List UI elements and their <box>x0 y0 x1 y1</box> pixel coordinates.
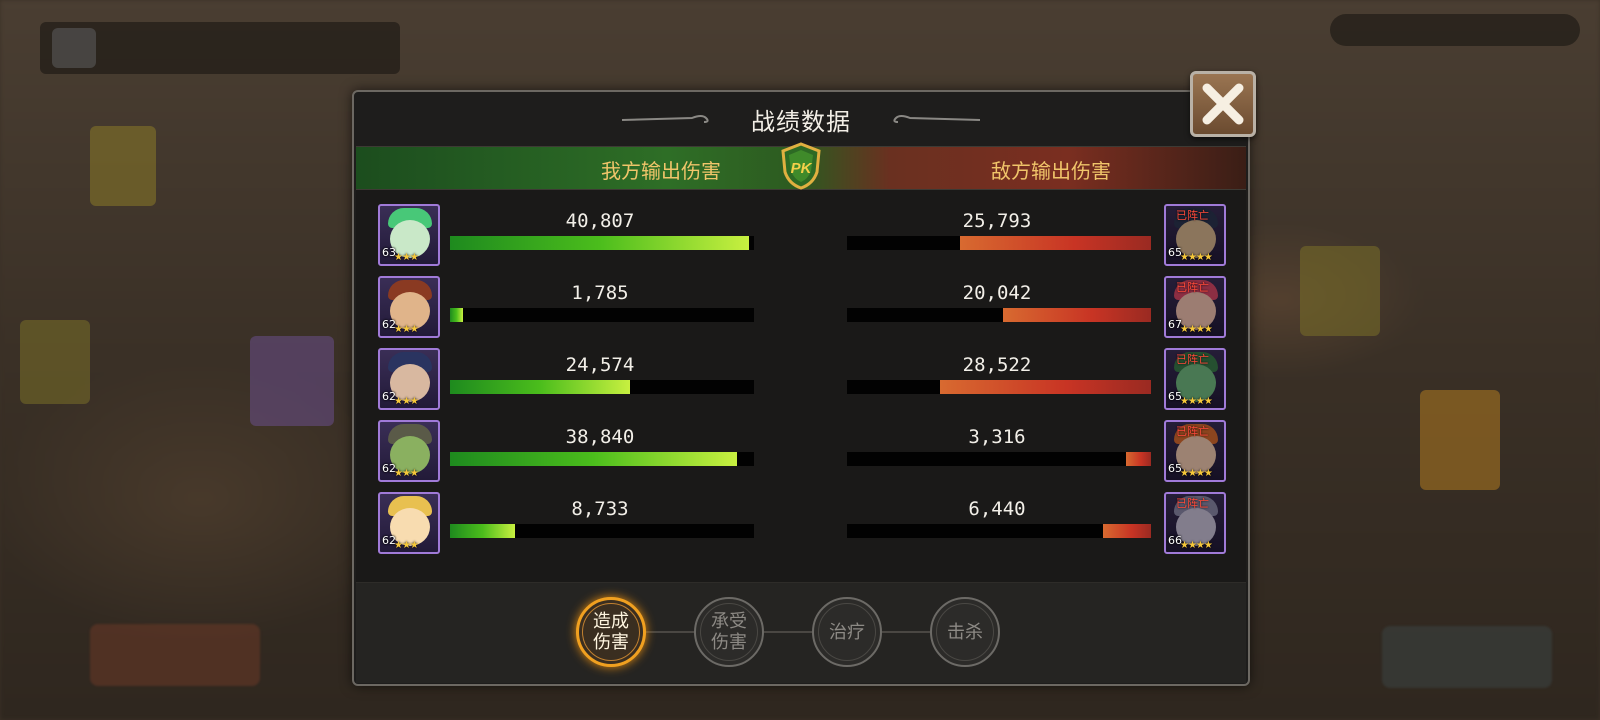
ally-damage-value: 1,785 <box>571 282 629 304</box>
tab-healing[interactable]: 治疗 <box>812 597 882 667</box>
enemy-damage-value: 3,316 <box>968 426 1026 448</box>
enemy-damage-bar <box>847 308 1151 322</box>
tab-label: 承受 伤害 <box>711 611 747 653</box>
ally-damage-bar <box>450 524 754 538</box>
damage-rows: 63 ★★★ 40,807 25,793 已阵亡 65 ★★★★ 62 ★★★ 1,785 20,0… <box>356 190 1246 582</box>
enemy-damage-bar <box>847 524 1151 538</box>
enemy-damage-bar-fill <box>1002 308 1151 322</box>
enemy-damage-bar-fill <box>1125 452 1151 466</box>
tab-kills[interactable]: 击杀 <box>930 597 1000 667</box>
hero-stars: ★★★ <box>394 252 419 263</box>
enemy-damage-value: 28,522 <box>962 354 1032 376</box>
defeated-label: 已阵亡 <box>1176 281 1209 294</box>
stats-tab-bar: 造成 伤害 承受 伤害 治疗 击杀 <box>356 582 1246 683</box>
hero-stars: ★★★★ <box>1180 468 1213 479</box>
enemy-hero-portrait[interactable]: 已阵亡 65 ★★★★ <box>1164 204 1226 266</box>
background-right-button <box>1382 626 1552 688</box>
background-left-button <box>90 624 260 686</box>
enemy-damage-bar-fill <box>960 236 1151 250</box>
enemy-damage-bar <box>847 236 1151 250</box>
defeated-label: 已阵亡 <box>1176 209 1209 222</box>
enemy-damage-bar-fill <box>940 380 1151 394</box>
enemy-damage-header: 敌方输出伤害 <box>991 159 1111 183</box>
tab-damage-dealt[interactable]: 造成 伤害 <box>576 597 646 667</box>
hero-stars: ★★★ <box>394 396 419 407</box>
pk-badge-icon: PK <box>781 142 821 190</box>
hero-stars: ★★★★ <box>1180 396 1213 407</box>
hero-stars: ★★★ <box>394 540 419 551</box>
background-chest <box>90 126 156 206</box>
hero-stars: ★★★ <box>394 324 419 335</box>
hero-stars: ★★★★ <box>1180 540 1213 551</box>
ally-damage-value: 24,574 <box>565 354 635 376</box>
ally-damage-header: 我方输出伤害 <box>601 159 721 183</box>
tab-damage-taken[interactable]: 承受 伤害 <box>694 597 764 667</box>
dialog-title: 战绩数据 <box>751 108 851 136</box>
ally-hero-portrait[interactable]: 62 ★★★ <box>378 420 440 482</box>
enemy-damage-bar <box>847 452 1151 466</box>
background-chest <box>1420 390 1500 490</box>
tab-label: 击杀 <box>947 621 983 643</box>
enemy-damage-bar <box>847 380 1151 394</box>
battle-stats-dialog: 战绩数据 我方输出伤害 敌方输出伤害 PK 63 ★★★ 40,807 25,793 已… <box>352 90 1250 686</box>
damage-row: 62 ★★★ 8,733 6,440 已阵亡 66 ★★★★ <box>356 492 1246 564</box>
damage-row: 62 ★★★ 24,574 28,522 已阵亡 65 ★★★★ <box>356 348 1246 420</box>
tab-ring: 治疗 <box>818 603 876 661</box>
ally-damage-bar <box>450 380 754 394</box>
close-button[interactable] <box>1190 71 1256 137</box>
ally-damage-value: 8,733 <box>571 498 629 520</box>
enemy-hero-portrait[interactable]: 已阵亡 65 ★★★★ <box>1164 348 1226 410</box>
enemy-damage-value: 25,793 <box>962 210 1032 232</box>
ally-hero-portrait[interactable]: 62 ★★★ <box>378 348 440 410</box>
defeated-label: 已阵亡 <box>1176 425 1209 438</box>
damage-row: 62 ★★★ 38,840 3,316 已阵亡 65 ★★★★ <box>356 420 1246 492</box>
enemy-hero-portrait[interactable]: 已阵亡 66 ★★★★ <box>1164 492 1226 554</box>
dialog-title-row: 战绩数据 <box>354 92 1248 146</box>
background-chest <box>1300 246 1380 336</box>
tab-label: 造成 伤害 <box>593 611 629 653</box>
ally-damage-bar-fill <box>450 308 464 322</box>
enemy-hero-portrait[interactable]: 已阵亡 67 ★★★★ <box>1164 276 1226 338</box>
damage-row: 63 ★★★ 40,807 25,793 已阵亡 65 ★★★★ <box>356 204 1246 276</box>
background-resource-bar <box>1330 14 1580 46</box>
enemy-damage-value: 20,042 <box>962 282 1032 304</box>
ally-damage-bar-fill <box>450 452 737 466</box>
ally-damage-value: 38,840 <box>565 426 635 448</box>
hero-stars: ★★★★ <box>1180 252 1213 263</box>
enemy-damage-value: 6,440 <box>968 498 1026 520</box>
defeated-label: 已阵亡 <box>1176 497 1209 510</box>
close-icon <box>1202 83 1244 125</box>
background-chest <box>250 336 334 426</box>
tab-ring: 承受 伤害 <box>700 603 758 661</box>
enemy-damage-bar-fill <box>1103 524 1151 538</box>
damage-row: 62 ★★★ 1,785 20,042 已阵亡 67 ★★★★ <box>356 276 1246 348</box>
title-ornament-right-icon <box>893 115 980 123</box>
pk-badge-text: PK <box>791 160 813 177</box>
ally-damage-bar <box>450 236 754 250</box>
tab-label: 治疗 <box>829 621 865 643</box>
ally-damage-bar <box>450 308 754 322</box>
ally-damage-bar-fill <box>450 380 631 394</box>
ally-damage-bar-fill <box>450 524 515 538</box>
tab-ring: 击杀 <box>936 603 994 661</box>
tab-ring: 造成 伤害 <box>582 603 640 661</box>
ally-hero-portrait[interactable]: 62 ★★★ <box>378 492 440 554</box>
background-chest <box>20 320 90 404</box>
defeated-label: 已阵亡 <box>1176 353 1209 366</box>
ally-hero-portrait[interactable]: 62 ★★★ <box>378 276 440 338</box>
ally-hero-portrait[interactable]: 63 ★★★ <box>378 204 440 266</box>
ally-damage-bar <box>450 452 754 466</box>
hero-stars: ★★★★ <box>1180 324 1213 335</box>
ally-damage-bar-fill <box>450 236 750 250</box>
enemy-hero-portrait[interactable]: 已阵亡 65 ★★★★ <box>1164 420 1226 482</box>
hero-stars: ★★★ <box>394 468 419 479</box>
ally-damage-value: 40,807 <box>565 210 635 232</box>
background-back-button <box>52 28 96 68</box>
